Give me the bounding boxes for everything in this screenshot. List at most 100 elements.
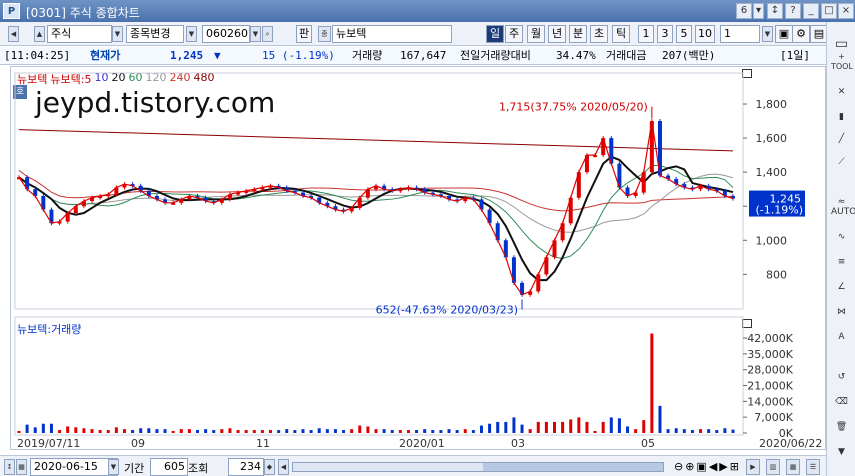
screen-dropdown-icon[interactable]: ▾: [753, 3, 764, 19]
volume-bar: [488, 423, 492, 433]
volume-bar: [569, 419, 573, 433]
volume-bar: [342, 430, 346, 433]
chart-area[interactable]: 호 뉴보텍 뉴보텍:5 10 20 60 120 240 480 뉴보텍:거래량…: [10, 66, 826, 450]
market-dropdown-icon[interactable]: ▼: [112, 26, 123, 42]
volume-bar: [58, 430, 62, 433]
interval-input[interactable]: 1: [720, 25, 760, 43]
grid-icon[interactable]: ▦: [786, 459, 800, 475]
screen-number-button[interactable]: 6: [736, 3, 752, 19]
scroll-down-icon[interactable]: ▼: [831, 442, 852, 462]
period-week-button[interactable]: 주: [505, 25, 523, 43]
angle-icon[interactable]: ∠: [831, 277, 852, 297]
interval-10-button[interactable]: 10: [695, 25, 715, 43]
volume-bar: [301, 429, 305, 433]
period-year-button[interactable]: 년: [548, 25, 566, 43]
volume-panel-frame: [14, 316, 744, 436]
screenshot-icon[interactable]: ▣: [775, 25, 793, 43]
undo-icon[interactable]: ↺: [831, 367, 852, 387]
period-second-button[interactable]: 초: [590, 25, 608, 43]
volume-bar: [17, 430, 21, 433]
volume-bar: [544, 421, 548, 433]
period-minute-button[interactable]: 분: [569, 25, 587, 43]
volume-bar: [147, 428, 151, 433]
line-draw-icon[interactable]: ╱: [831, 129, 852, 149]
code-dropdown-icon[interactable]: ▼: [250, 26, 261, 42]
calendar-icon[interactable]: ▦: [16, 459, 27, 475]
volume-bar: [212, 430, 216, 433]
settings-gear-icon[interactable]: ⚙: [792, 25, 810, 43]
volume-bar: [98, 430, 102, 433]
ma20-line: [18, 155, 734, 282]
volume-label: 거래량: [352, 49, 383, 62]
date-dropdown-icon[interactable]: ▼: [108, 459, 119, 475]
sine-icon[interactable]: ∿: [831, 227, 852, 247]
volume-bar: [139, 428, 143, 433]
interval-1-button[interactable]: 1: [638, 25, 654, 43]
period-input[interactable]: 605: [150, 458, 188, 476]
search-mode-select[interactable]: 종목변경: [126, 25, 184, 43]
reset-icon[interactable]: ↕: [4, 459, 15, 475]
panel-toggle-icon[interactable]: ▭: [831, 34, 852, 54]
minimize-icon[interactable]: _: [803, 3, 819, 19]
watermark-text: jeypd.tistory.com: [35, 86, 276, 119]
view-count-input[interactable]: 234: [228, 458, 264, 476]
chart-type-icon[interactable]: ▥: [766, 459, 780, 475]
volume-bar: [49, 423, 53, 433]
text-tool-icon[interactable]: A: [831, 327, 852, 347]
eraser-icon[interactable]: ⌫: [831, 392, 852, 412]
stock-info-icon[interactable]: 종: [318, 26, 331, 42]
scroll-thumb[interactable]: [483, 463, 663, 471]
view-spin-icon[interactable]: ◆: [264, 459, 275, 475]
volume-bar: [658, 405, 662, 433]
crosshair-icon[interactable]: ✕: [831, 82, 852, 102]
search-icon[interactable]: ⌕: [262, 26, 273, 42]
pan-button[interactable]: 판: [296, 25, 312, 43]
ma5-line: [18, 120, 734, 296]
prev-arrow-icon[interactable]: ◀: [8, 26, 19, 42]
zoom-controls[interactable]: ⊖⊕▣◀▶⊞: [674, 460, 741, 473]
volume-bar: [520, 424, 524, 433]
x-axis-label: 2020/01: [399, 437, 445, 449]
x-axis-label: 2019/07/11: [17, 437, 80, 449]
pin-icon[interactable]: ↕: [767, 3, 783, 19]
stock-code-input[interactable]: 060260: [202, 25, 250, 43]
volume-bar: [431, 430, 435, 433]
maximize-icon[interactable]: □: [821, 3, 837, 19]
interval-3-button[interactable]: 3: [657, 25, 673, 43]
volume-bar: [374, 429, 378, 433]
window-title: [0301] 주식 종합차트: [26, 6, 140, 20]
volume-bar: [601, 421, 605, 433]
volume-bar: [204, 429, 208, 433]
horizontal-scrollbar[interactable]: [292, 462, 664, 472]
x-axis-label: 2020/06/22: [759, 437, 822, 449]
channel-icon[interactable]: ⋈: [831, 302, 852, 322]
tool-button[interactable]: + TOOL: [831, 52, 853, 72]
interval-dropdown-icon[interactable]: ▼: [762, 26, 773, 42]
volume-tick-label: 21,000K: [747, 380, 793, 393]
start-date-input[interactable]: 2020-06-15: [30, 458, 118, 476]
fib-icon[interactable]: ≡: [831, 252, 852, 272]
period-day-button[interactable]: 일: [486, 25, 504, 43]
auto-label: AUTO: [831, 207, 855, 217]
market-select[interactable]: 주식: [47, 25, 112, 43]
volume-bar: [277, 430, 281, 433]
interval-5-button[interactable]: 5: [676, 25, 692, 43]
help-icon[interactable]: ?: [785, 3, 801, 19]
scroll-left-icon[interactable]: ◀: [278, 459, 289, 475]
volume-bar: [682, 429, 686, 433]
volume-bar: [74, 427, 78, 433]
delete-icon[interactable]: 🗑: [831, 417, 852, 437]
market-spin-icon[interactable]: ▲: [34, 26, 45, 42]
search-mode-dropdown-icon[interactable]: ▼: [186, 26, 197, 42]
auto-button[interactable]: ≈ AUTO: [831, 197, 855, 217]
period-tick-button[interactable]: 틱: [612, 25, 630, 43]
volume-bar: [163, 429, 167, 433]
list-icon[interactable]: ☰: [806, 459, 820, 475]
close-icon[interactable]: ×: [838, 3, 854, 19]
view-label[interactable]: 조회: [188, 460, 208, 476]
volume-bar: [131, 430, 135, 433]
bar-chart-icon[interactable]: ▮: [831, 107, 852, 127]
period-month-button[interactable]: 월: [527, 25, 545, 43]
arrow-right-icon[interactable]: ▶: [746, 459, 760, 475]
trend-icon[interactable]: ⟋: [831, 152, 852, 172]
